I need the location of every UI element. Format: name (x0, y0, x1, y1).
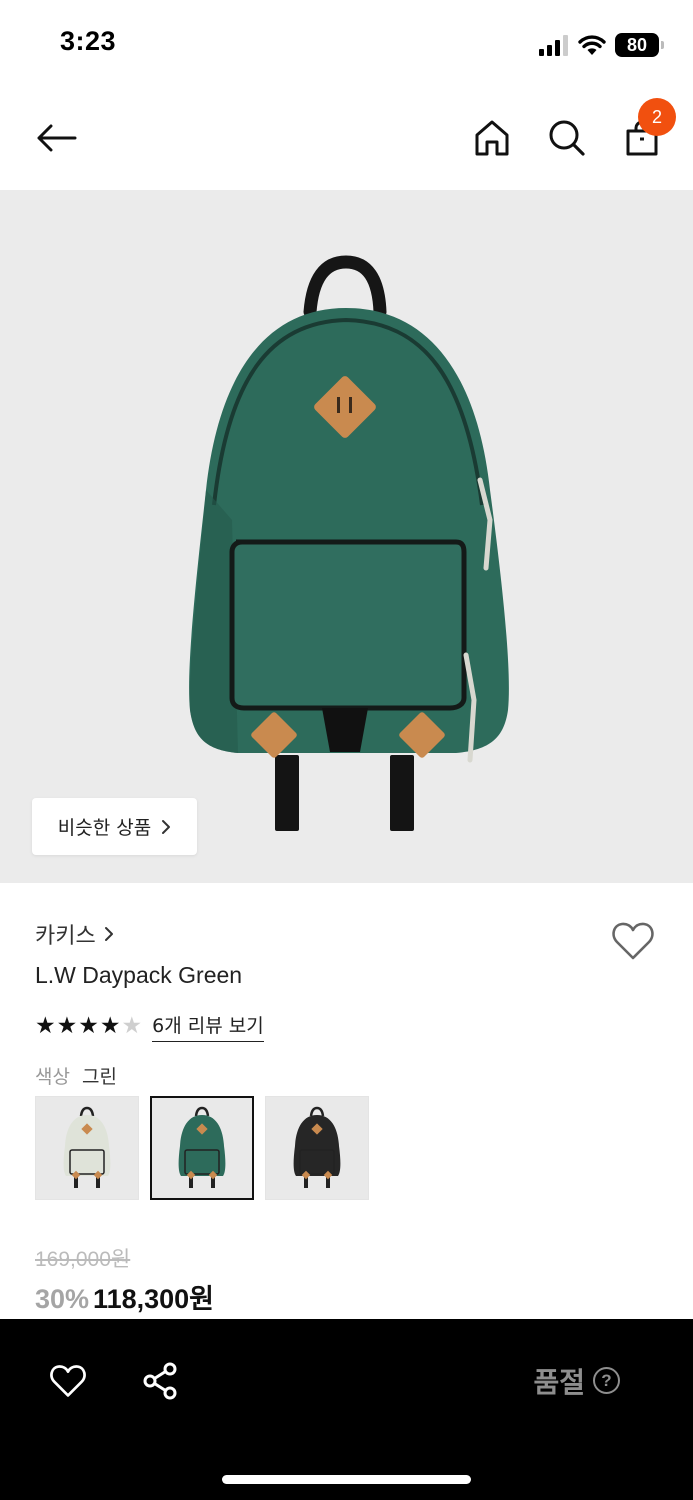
status-icons: 80 (539, 30, 664, 60)
color-row: 색상 그린 (35, 1062, 117, 1089)
reviews-link[interactable]: 6개 리뷰 보기 (152, 1011, 264, 1042)
battery-icon: 80 (615, 33, 664, 57)
signal-icon (539, 35, 568, 56)
sale-price: 118,300원 (93, 1284, 214, 1314)
color-value: 그린 (81, 1066, 117, 1088)
sold-out-label: 품절 (533, 1366, 585, 1399)
product-name: L.W Daypack Green (35, 962, 243, 988)
chevron-right-icon (162, 819, 171, 834)
status-bar: 3:23 80 (0, 0, 693, 88)
color-swatch-black[interactable] (265, 1096, 369, 1200)
rating-row: ★ ★ ★ ★ ★ 6개 리뷰 보기 (35, 1010, 264, 1042)
color-swatches (35, 1096, 369, 1200)
star-filled-icon: ★ (35, 1012, 56, 1039)
cart-button[interactable]: 2 (614, 98, 676, 166)
star-filled-icon: ★ (56, 1012, 78, 1039)
color-label: 색상 (35, 1066, 70, 1088)
bottom-bar: 품절 ? (0, 1319, 693, 1500)
home-indicator (222, 1475, 471, 1484)
brand-link[interactable]: 카키스 (35, 918, 114, 950)
help-icon[interactable]: ? (593, 1367, 620, 1394)
back-button[interactable] (28, 110, 84, 166)
star-filled-icon: ★ (99, 1012, 121, 1039)
nav-bar: 2 (0, 88, 693, 188)
backpack-image (189, 255, 509, 831)
home-icon (475, 120, 509, 156)
cart-count-badge: 2 (638, 98, 676, 136)
discount-rate: 30% (35, 1284, 90, 1314)
search-button[interactable] (539, 110, 595, 166)
search-icon (549, 120, 585, 156)
original-price: 169,000원 (35, 1248, 131, 1271)
bottom-wishlist-button[interactable] (40, 1357, 96, 1405)
brand-name: 카키스 (35, 924, 96, 949)
backpack-thumbnail (293, 1106, 341, 1188)
status-time: 3:23 (60, 26, 117, 56)
back-arrow-icon (37, 124, 77, 152)
color-swatch-green[interactable] (150, 1096, 254, 1200)
backpack-thumbnail (178, 1106, 226, 1188)
battery-level: 80 (626, 34, 648, 55)
heart-outline-icon (612, 922, 654, 960)
chevron-right-icon (104, 927, 113, 941)
similar-products-label: 비슷한 상품 (57, 817, 152, 839)
price-row: 30% 118,300원 (35, 1277, 214, 1316)
rating-stars: ★ ★ ★ ★ ★ (35, 1012, 143, 1039)
wifi-icon (578, 35, 606, 55)
share-icon (143, 1362, 177, 1400)
home-button[interactable] (464, 110, 520, 166)
color-swatch-mint[interactable] (35, 1096, 139, 1200)
similar-products-button[interactable]: 비슷한 상품 (32, 798, 197, 855)
star-empty-icon: ★ (121, 1012, 143, 1039)
heart-icon (50, 1365, 86, 1397)
product-image[interactable]: 비슷한 상품 (0, 190, 693, 883)
wishlist-button[interactable] (606, 914, 660, 968)
backpack-thumbnail (63, 1106, 111, 1188)
share-button[interactable] (132, 1357, 188, 1405)
star-filled-icon: ★ (78, 1012, 99, 1039)
